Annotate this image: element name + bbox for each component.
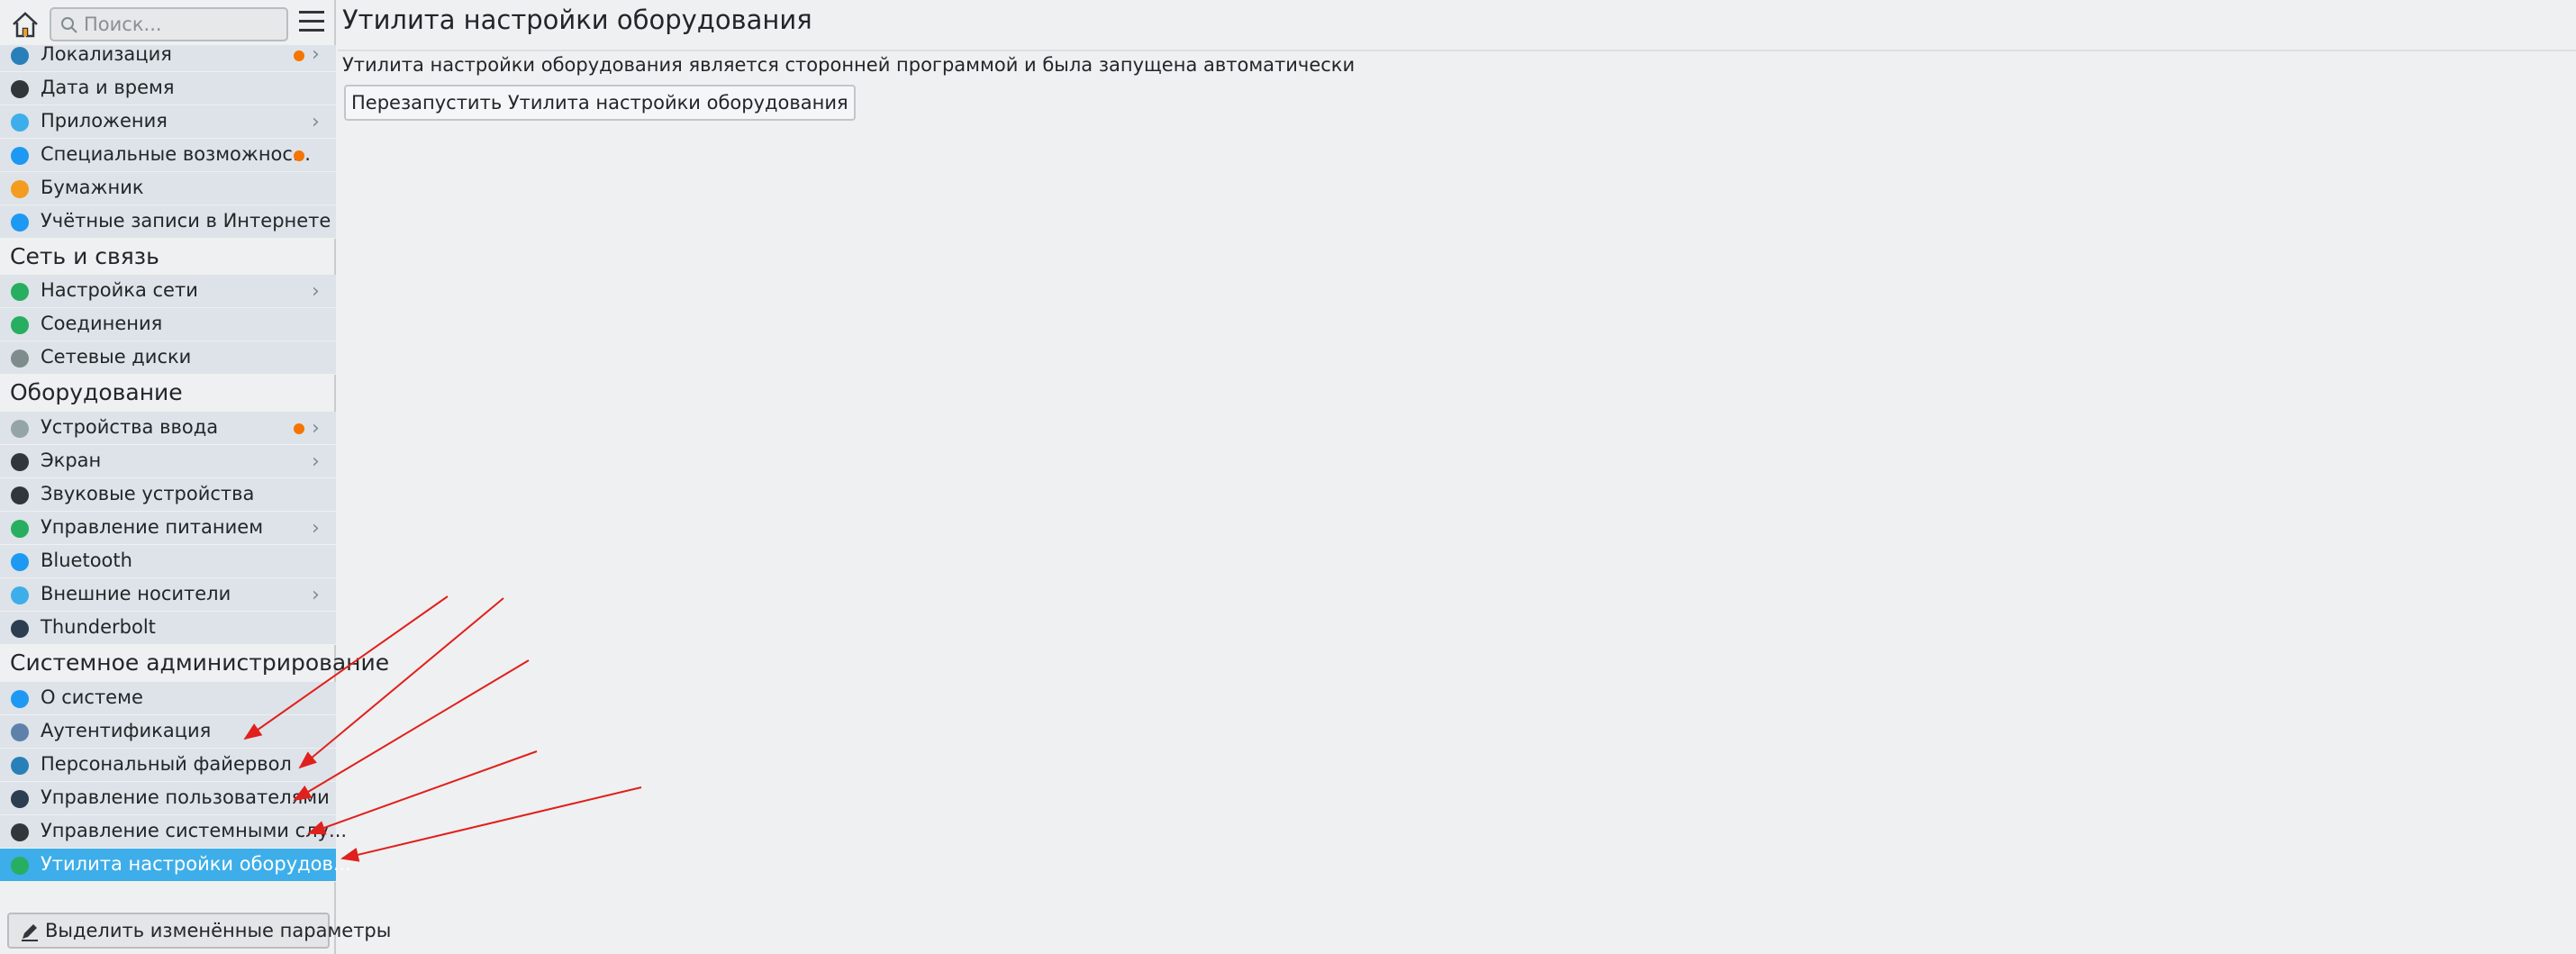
sidebar-item-info[interactable]: О системе <box>0 682 336 715</box>
chevron-right-icon: › <box>312 280 320 303</box>
section-network-title: Сеть и связь <box>10 243 159 269</box>
connections-icon <box>11 316 29 334</box>
search-icon <box>61 17 77 33</box>
sidebar-item-label: Настройка сети <box>41 279 198 301</box>
services-icon <box>11 823 29 841</box>
sidebar-item-user-key[interactable]: Аутентификация <box>0 715 336 749</box>
sidebar-item-label: Thunderbolt <box>41 616 156 638</box>
chevron-right-icon: › <box>312 111 320 133</box>
info-icon <box>11 690 29 708</box>
chevron-right-icon: › <box>312 517 320 540</box>
changed-indicator-dot <box>294 423 304 434</box>
sidebar-item-label: Экран <box>41 450 102 471</box>
sidebar-item-label: Сетевые диски <box>41 346 192 368</box>
sidebar-item-speaker[interactable]: Звуковые устройства <box>0 478 336 512</box>
sidebar-item-clock[interactable]: Дата и время <box>0 72 336 105</box>
sidebar-item-label: Приложения <box>41 110 168 132</box>
sidebar-item-label: Специальные возможнос... <box>41 143 311 165</box>
share-icon <box>11 350 29 368</box>
restart-button[interactable]: Перезапустить Утилита настройки оборудов… <box>344 85 856 121</box>
sidebar-item-accessibility[interactable]: Специальные возможнос... <box>0 139 336 172</box>
flag-icon <box>11 47 29 65</box>
sidebar-item-label: Утилита настройки оборудов... <box>41 853 351 875</box>
sidebar-item-apps[interactable]: Приложения › <box>0 105 336 139</box>
sidebar-item-label: Bluetooth <box>41 550 132 571</box>
search-placeholder: Поиск... <box>84 14 162 35</box>
section-hardware-title: Оборудование <box>10 379 183 405</box>
sidebar-item-hardware-tool[interactable]: Утилита настройки оборудов... <box>0 849 351 882</box>
hamburger-icon <box>299 11 324 14</box>
pencil-icon <box>22 924 38 941</box>
network-globe-icon <box>11 283 29 301</box>
chevron-right-icon: › <box>312 43 320 66</box>
hamburger-menu-button[interactable] <box>299 11 324 38</box>
chevron-right-icon: › <box>312 584 320 606</box>
sidebar-item-wallet[interactable]: Бумажник <box>0 172 336 205</box>
changed-indicator-dot <box>294 150 304 161</box>
sidebar-item-power[interactable]: Управление питанием › <box>0 512 336 545</box>
sidebar-item-label: О системе <box>41 686 143 708</box>
sidebar-item-label: Аутентификация <box>41 720 212 741</box>
bluetooth-icon <box>11 553 29 571</box>
sidebar-item-label: Персональный файервол <box>41 753 292 775</box>
home-icon <box>13 12 38 38</box>
sidebar-item-label: Соединения <box>41 313 163 334</box>
sidebar-item-label: Управление пользователями <box>41 786 330 808</box>
sidebar-item-label: Управление питанием <box>41 516 264 538</box>
accessibility-icon <box>11 147 29 165</box>
thunderbolt-icon <box>11 620 29 638</box>
chevron-right-icon: › <box>312 450 320 473</box>
firewall-icon <box>11 757 29 775</box>
sidebar-item-users[interactable]: Управление пользователями <box>0 782 336 815</box>
sidebar-item-label: Устройства ввода <box>41 416 219 438</box>
section-admin-title: Системное администрирование <box>10 650 390 676</box>
wallet-icon <box>11 180 29 198</box>
sidebar-item-flag[interactable]: Локализация › <box>0 43 336 72</box>
users-icon <box>11 790 29 808</box>
sidebar-item-label: Учётные записи в Интернете <box>41 210 331 232</box>
home-button[interactable] <box>9 9 41 41</box>
sidebar-item-share[interactable]: Сетевые диски <box>0 341 336 375</box>
sidebar-item-bluetooth[interactable]: Bluetooth <box>0 545 336 578</box>
sidebar-item-globe[interactable]: Учётные записи в Интернете <box>0 205 336 239</box>
sidebar-item-label: Дата и время <box>41 77 175 98</box>
info-message: Утилита настройки оборудования является … <box>342 54 1356 76</box>
sidebar-item-network-globe[interactable]: Настройка сети › <box>0 275 336 308</box>
apps-icon <box>11 114 29 132</box>
chevron-right-icon: › <box>312 417 320 440</box>
sidebar-item-services[interactable]: Управление системными слу... <box>0 815 347 849</box>
speaker-icon <box>11 486 29 504</box>
globe-icon <box>11 214 29 232</box>
sidebar-item-label: Локализация <box>41 43 172 65</box>
sidebar-item-mouse[interactable]: Устройства ввода › <box>0 412 336 445</box>
search-input[interactable]: Поиск... <box>50 7 288 41</box>
sidebar: Поиск... Локализация › Дата и время Приложе… <box>0 0 391 954</box>
changed-indicator-dot <box>294 50 304 61</box>
monitor-icon <box>11 453 29 471</box>
sidebar-item-label: Управление системными слу... <box>41 820 348 841</box>
hardware-tool-icon <box>11 857 29 875</box>
sidebar-item-monitor[interactable]: Экран › <box>0 445 336 478</box>
power-icon <box>11 520 29 538</box>
highlight-changed-settings-button[interactable]: Выделить изменённые параметры <box>7 913 391 949</box>
sidebar-item-firewall[interactable]: Персональный файервол <box>0 749 336 782</box>
sidebar-item-usb[interactable]: Внешние носители › <box>0 578 336 612</box>
usb-icon <box>11 586 29 604</box>
mouse-icon <box>11 420 29 438</box>
sidebar-item-label: Бумажник <box>41 177 144 198</box>
page-title: Утилита настройки оборудования <box>342 5 812 35</box>
sidebar-item-label: Внешние носители <box>41 583 231 604</box>
user-key-icon <box>11 723 29 741</box>
clock-icon <box>11 80 29 98</box>
sidebar-item-thunderbolt[interactable]: Thunderbolt <box>0 612 336 645</box>
main-content: Утилита настройки оборудования Утилита н… <box>338 0 2576 954</box>
sidebar-item-label: Звуковые устройства <box>41 483 255 504</box>
sidebar-item-connections[interactable]: Соединения <box>0 308 336 341</box>
title-separator <box>338 50 2576 51</box>
